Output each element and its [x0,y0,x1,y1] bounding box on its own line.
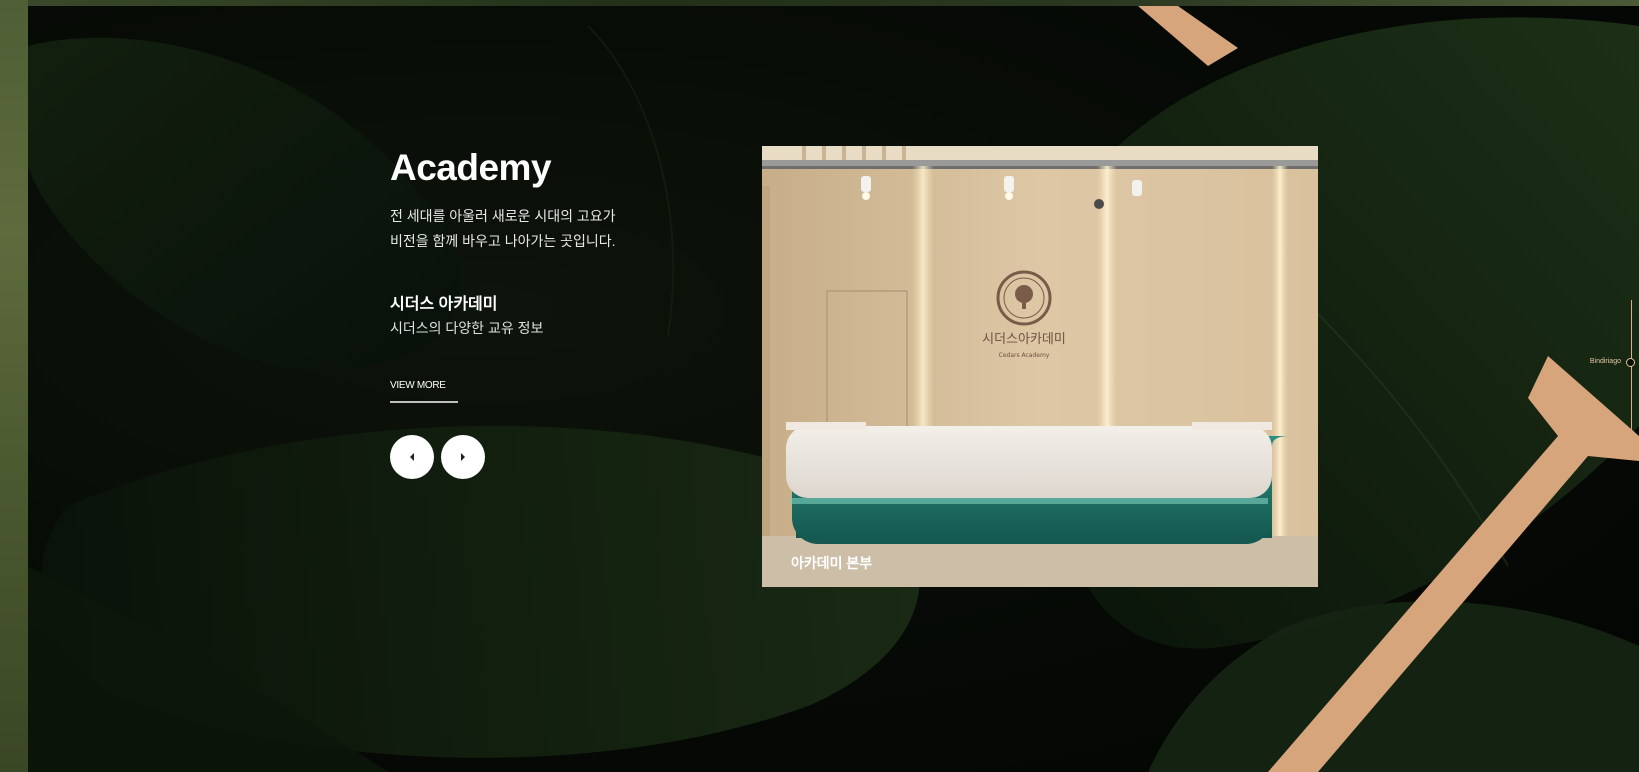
description-line-1: 전 세대를 아울러 새로운 시대의 고요가 [390,208,616,224]
section-description: 전 세대를 아울러 새로운 시대의 고요가 비전을 함께 바우고 나아가는 곳입… [390,204,690,254]
side-nav-label[interactable]: Bindiriago [1590,358,1621,365]
academy-photo: 시더스아카데미 Cedars Academy 아카데미 본부 [762,146,1318,587]
next-button[interactable] [441,435,485,479]
side-nav-active-dot[interactable] [1626,358,1635,367]
left-border [0,0,28,772]
subheading: 시더스 아카데미 [390,296,498,313]
section-title: Academy [390,147,552,188]
slider-controls [390,435,710,479]
subdescription: 시더스의 다양한 교유 정보 [390,320,544,336]
description-line-2: 비전을 함께 바우고 나아가는 곳입니다. [390,233,616,249]
wall-sign-text: 시더스아카데미 [982,332,1066,347]
wall-sign-subtext: Cedars Academy [999,352,1050,359]
academy-section: Academy 전 세대를 아울러 새로운 시대의 고요가 비전을 함께 바우고… [0,0,1639,772]
view-more-link[interactable]: VIEW MORE [390,380,458,403]
side-navigation: Bindiriago [1582,300,1639,430]
photo-caption: 아카데미 본부 [791,555,873,571]
chevron-left-icon [410,453,414,461]
chevron-right-icon [461,453,465,461]
academy-intro: Academy 전 세대를 아울러 새로운 시대의 고요가 비전을 함께 바우고… [390,146,710,479]
prev-button[interactable] [390,435,434,479]
